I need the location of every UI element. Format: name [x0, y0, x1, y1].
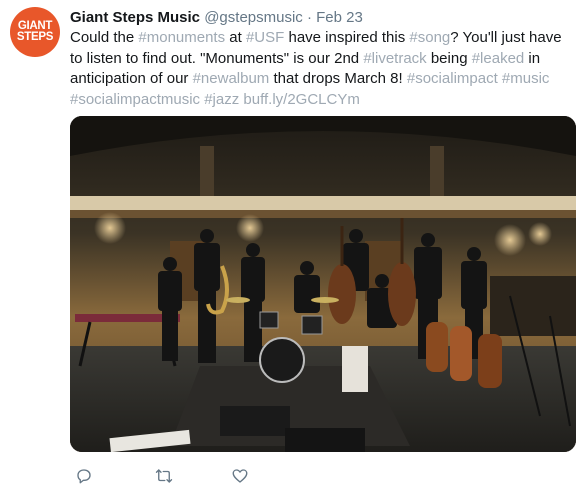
hashtag-song[interactable]: #song [409, 29, 450, 46]
retweet-button[interactable] [150, 462, 178, 490]
hashtag-leaked[interactable]: #leaked [472, 50, 525, 67]
retweet-icon [155, 469, 173, 483]
avatar[interactable]: GIANT STEPS [10, 7, 60, 57]
tweet-text: Could the #monuments at #USF have inspir… [70, 28, 565, 110]
account-name[interactable]: Giant Steps Music [70, 9, 200, 26]
tweet-text-segment: Could the [70, 29, 139, 46]
hashtag-usf[interactable]: #USF [246, 29, 284, 46]
hashtag-monuments[interactable]: #monuments [138, 29, 225, 46]
tweet-header: Giant Steps Music @gstepsmusic · Feb 23 [70, 8, 363, 28]
tweet-photo[interactable] [70, 116, 576, 452]
reply-icon [77, 469, 91, 484]
tweet-text-segment: being [426, 49, 472, 67]
tweet-actions [70, 462, 370, 490]
tweet-text-segment: that drops March 8! [269, 70, 407, 87]
heart-icon [232, 469, 248, 483]
hashtag-socialimpactmusic[interactable]: #socialimpactmusic [70, 91, 200, 108]
tweet: GIANT STEPS Giant Steps Music @gstepsmus… [0, 0, 583, 492]
tweet-text-segment: at [225, 29, 246, 46]
reply-button[interactable] [70, 462, 98, 490]
hashtag-socialimpact[interactable]: #socialimpact [407, 70, 498, 87]
account-handle[interactable]: @gstepsmusic [204, 9, 303, 26]
like-button[interactable] [226, 462, 254, 490]
hashtag-jazz[interactable]: #jazz [204, 91, 239, 108]
hashtag-livetrack[interactable]: #livetrack [363, 50, 426, 67]
hashtag-music[interactable]: #music [502, 70, 550, 87]
tweet-text-segment: have inspired this [284, 29, 410, 46]
avatar-text-line-2: STEPS [16, 31, 54, 43]
tweet-date[interactable]: Feb 23 [316, 9, 363, 26]
hashtag-newalbum[interactable]: #newalbum [193, 70, 270, 87]
tweet-link[interactable]: buff.ly/2GCLCYm [243, 91, 359, 108]
header-separator: · [306, 9, 312, 26]
band-photo-illustration [70, 116, 576, 452]
